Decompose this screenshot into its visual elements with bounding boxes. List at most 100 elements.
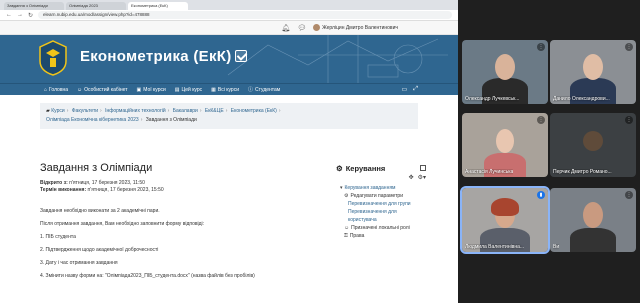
admin-item-label: Перевизначення для групи	[348, 201, 411, 207]
book-icon: ▣	[136, 86, 142, 93]
address-bar: ← → ↻ elearn.nubip.edu.ua/mod/assign/vie…	[0, 10, 458, 21]
instruction-item: 1. ПІБ студента	[40, 234, 76, 240]
reload-icon[interactable]: ↻	[28, 12, 33, 19]
speaking-indicator-icon: ▮	[537, 191, 545, 199]
breadcrumb-link[interactable]: Бакалаври	[173, 108, 198, 114]
breadcrumb: ▰ Курси › Факультети › Інформаційних техно…	[40, 103, 418, 129]
admin-title: Керування	[345, 163, 386, 173]
nav-label: Головна	[49, 86, 69, 93]
back-icon[interactable]: ←	[6, 12, 12, 18]
screen: Завдання з Олімпіади Олімпіада 2023 Екон…	[0, 0, 640, 303]
grid-icon: ▦	[211, 86, 216, 93]
admin-tools: ✥ ⚙▾	[336, 174, 426, 181]
admin-item-local-roles[interactable]: ☺ Призначені локальні ролі	[336, 224, 426, 232]
breadcrumb-link[interactable]: Олімпіада Економічна кібернетика 2023	[46, 117, 139, 123]
moodle-top-bar: 🔔︎ 💬︎ Жерліцин Дмитро Валентинович	[0, 21, 458, 35]
nav-dashboard[interactable]: ☺ Особистий кабінет	[77, 87, 127, 93]
main-navbar: ⌂ Головна ☺ Особистий кабінет ▣ Мої курси ▤…	[0, 83, 458, 95]
forward-icon[interactable]: →	[17, 12, 23, 18]
admin-item-label: Керування завданням	[344, 185, 396, 191]
course-icon: ▤	[174, 86, 180, 93]
browser-tab-active[interactable]: Економетрика (ЕкК)	[128, 2, 188, 10]
sidebar-toggle-icon[interactable]: ▭	[402, 86, 408, 93]
instruction-item: 3. Дату і час отримання завдання	[40, 260, 118, 266]
breadcrumb-link[interactable]: Інформаційних технологій	[105, 108, 166, 114]
main-content: Завдання з Олімпіади Відкрито з: п'ятниц…	[40, 162, 320, 286]
mic-muted-icon: ⋮	[625, 116, 633, 124]
admin-header: ⚙ Керування	[336, 162, 426, 174]
nav-label: Студентам	[255, 86, 281, 93]
nav-this-course[interactable]: ▤ Цей курс	[175, 87, 202, 93]
course-title: Економетрика (ЕкК)	[80, 48, 247, 65]
mic-muted-icon: ⋮	[537, 43, 545, 51]
checkbox-icon	[234, 50, 247, 62]
avatar	[313, 24, 321, 31]
nav-label: Цей курс	[181, 86, 203, 93]
admin-item-label: Права	[349, 233, 365, 239]
participant-name: Данило Олександрови...	[553, 96, 610, 102]
instruction-text: Після отримання завдання, Вам необхідно …	[40, 221, 205, 227]
university-logo	[39, 40, 67, 76]
nav-home[interactable]: ⌂ Головна	[44, 87, 68, 93]
bell-icon[interactable]: 🔔︎	[281, 24, 290, 32]
info-icon: ⓘ	[248, 87, 254, 93]
opened-label: Відкрито з:	[40, 180, 68, 186]
user-name: Жерліцин Дмитро Валентинович	[322, 24, 398, 31]
participant-tile-self[interactable]: ⋮ Ви	[550, 188, 636, 252]
home-icon: ⌂	[44, 86, 48, 93]
nav-label: Особистий кабінет	[84, 86, 128, 93]
participant-tile-speaking[interactable]: ▮ Людмила Валентинівна...	[460, 186, 550, 254]
participant-tile[interactable]: ⋮ Анастасія Лучинська	[462, 113, 548, 177]
breadcrumb-link[interactable]: ЕкК&ЦЕ	[205, 108, 224, 114]
participant-tile[interactable]: ⋮ Олександр Лучкевськ...	[462, 40, 548, 104]
nav-students[interactable]: ⓘ Студентам	[248, 86, 281, 94]
user-icon: ☺	[77, 86, 83, 93]
video-grid: ⋮ Олександр Лучкевськ... ⋮ Данило Олекса…	[458, 0, 640, 303]
nav-all-courses[interactable]: ▦ Всі курси	[211, 87, 239, 93]
browser-tab[interactable]: Олімпіада 2023	[66, 2, 126, 10]
participant-name: Перчик Дмитро Романо...	[553, 169, 612, 175]
fullscreen-icon[interactable]: ⤢	[413, 86, 418, 93]
dates-info: Відкрито з: п'ятниця, 17 березня 2023, 1…	[40, 180, 320, 194]
admin-item-assignment[interactable]: ▾ Керування завданням	[336, 184, 426, 192]
page-title: Завдання з Олімпіади	[40, 162, 153, 174]
settings-menu-icon[interactable]: ⚙▾	[418, 174, 426, 181]
due-label: Термін виконання:	[40, 187, 87, 193]
mic-muted-icon: ⋮	[625, 43, 633, 51]
participant-tile[interactable]: ⋮ Данило Олександрови...	[550, 40, 636, 104]
admin-item-label: Редагувати параметри	[350, 193, 404, 199]
browser-tab[interactable]: Завдання з Олімпіади	[4, 2, 64, 10]
move-icon[interactable]: ✥	[409, 174, 414, 181]
opened-value: п'ятниця, 17 березня 2023, 11:50	[69, 180, 145, 186]
gear-icon: ⚙	[336, 163, 343, 173]
admin-item-user-overrides[interactable]: Перевизначення для користувача	[336, 208, 426, 224]
breadcrumb-current: Завдання з Олімпіади	[145, 117, 197, 123]
gear-icon: ⚙	[344, 193, 349, 199]
users-icon: ☺	[344, 225, 350, 231]
participant-name: Анастасія Лучинська	[465, 169, 514, 175]
breadcrumb-link[interactable]: Економетрика (ЕкК)	[231, 108, 277, 114]
admin-item-permissions[interactable]: ⚿ Права	[336, 232, 426, 240]
admin-item-label: Перевизначення для користувача	[348, 209, 397, 223]
chevron-down-icon: ▾	[340, 185, 343, 191]
chat-icon[interactable]: 💬︎	[297, 24, 306, 32]
admin-item-group-overrides[interactable]: Перевизначення для групи	[336, 200, 426, 208]
participant-name: Олександр Лучкевськ...	[465, 96, 520, 102]
mic-muted-icon: ⋮	[537, 116, 545, 124]
minimize-block-icon[interactable]	[420, 165, 426, 171]
admin-item-edit-settings[interactable]: ⚙ Редагувати параметри	[336, 192, 426, 200]
course-banner: Економетрика (ЕкК)	[0, 35, 458, 83]
instruction-item: 4. Змінити назву форми на: "Олімпіада202…	[40, 273, 255, 279]
navbar-tools: ▭ ⤢	[402, 86, 418, 93]
breadcrumb-link[interactable]: Курси	[51, 108, 64, 114]
admin-item-label: Призначені локальні ролі	[351, 225, 410, 231]
user-menu[interactable]: Жерліцин Дмитро Валентинович	[313, 24, 398, 31]
nav-my-courses[interactable]: ▣ Мої курси	[137, 87, 166, 93]
nav-label: Мої курси	[143, 86, 166, 93]
avatar	[583, 131, 603, 151]
browser-window: Завдання з Олімпіади Олімпіада 2023 Екон…	[0, 0, 458, 303]
url-field[interactable]: elearn.nubip.edu.ua/mod/assign/view.php?…	[38, 11, 452, 19]
participant-tile[interactable]: ⋮ Перчик Дмитро Романо...	[550, 113, 636, 177]
breadcrumb-link[interactable]: Факультети	[72, 108, 98, 114]
instruction-item: 2. Підтвердження щодо академічної доброч…	[40, 247, 159, 253]
